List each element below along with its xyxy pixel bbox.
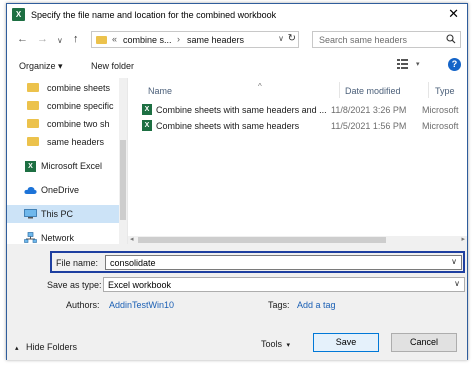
authors-field[interactable]: AddinTestWin10 — [109, 300, 174, 310]
file-type: Microsoft — [422, 121, 459, 131]
sidebar-item-label: same headers — [47, 137, 105, 147]
network-icon — [24, 232, 37, 244]
hide-folders-button[interactable]: ▴ Hide Folders — [15, 342, 77, 352]
organize-button[interactable]: Organize ▾ — [19, 61, 63, 72]
folder-icon — [27, 83, 39, 92]
column-header-name[interactable]: ^ Name — [148, 82, 262, 96]
file-name-field[interactable]: consolidate ∨ — [105, 255, 462, 270]
sidebar-item-combine-sheets[interactable]: combine sheets — [7, 79, 119, 97]
file-type: Microsoft — [422, 105, 459, 115]
sidebar-item-this-pc[interactable]: This PC — [7, 205, 119, 223]
sidebar-item-label: Microsoft Excel — [41, 161, 103, 171]
folder-icon — [96, 36, 107, 44]
sidebar-item-label: OneDrive — [41, 185, 80, 195]
column-header-name-label: Name — [148, 86, 173, 96]
file-list: ^ Name Date modified Type X Combine shee… — [128, 78, 467, 244]
tools-label: Tools — [261, 339, 283, 349]
file-name-value: consolidate — [110, 258, 156, 268]
file-name-row: File name: consolidate ∨ — [50, 251, 465, 273]
command-bar: Organize ▾ New folder ▾ ? — [7, 53, 467, 79]
forward-button[interactable]: → — [37, 33, 48, 45]
file-row[interactable]: X Combine sheets with same headers and .… — [142, 102, 467, 118]
column-divider[interactable] — [428, 82, 429, 98]
close-icon[interactable]: ✕ — [448, 7, 459, 21]
excel-icon: X — [12, 8, 25, 21]
help-button[interactable]: ? — [448, 58, 461, 71]
file-name: Combine sheets with same headers and ... — [156, 105, 327, 115]
pc-icon — [24, 209, 37, 221]
save-type-value: Excel workbook — [108, 280, 172, 290]
folder-icon — [27, 137, 39, 146]
title-bar: X Specify the file name and location for… — [7, 4, 467, 27]
sidebar-scrollbar[interactable] — [119, 78, 127, 244]
tools-button[interactable]: Tools ▾ — [261, 339, 290, 349]
search-input[interactable]: Search same headers — [312, 31, 461, 48]
file-list-scrollbar[interactable]: ◂ ▸ — [128, 236, 467, 244]
view-options-icon[interactable] — [397, 58, 411, 72]
save-type-select[interactable]: Excel workbook ∨ — [103, 277, 465, 292]
chevron-down-icon: ▾ — [286, 342, 291, 349]
folder-icon — [27, 101, 39, 110]
cloud-icon — [24, 186, 37, 196]
search-placeholder: Search same headers — [319, 35, 408, 45]
sidebar-item-same-headers[interactable]: same headers — [7, 133, 119, 151]
breadcrumb-same-headers[interactable]: same headers — [187, 35, 244, 45]
new-folder-button[interactable]: New folder — [91, 61, 134, 71]
column-divider[interactable] — [339, 82, 340, 98]
breadcrumb-separator: › — [177, 34, 180, 44]
sidebar-item-combine-specific[interactable]: combine specific — [7, 97, 119, 115]
dialog-title: Specify the file name and location for t… — [31, 10, 277, 20]
scroll-left-icon[interactable]: ◂ — [130, 235, 134, 243]
tags-field[interactable]: Add a tag — [297, 300, 336, 310]
file-date: 11/5/2021 1:56 PM — [331, 121, 407, 131]
file-list-scroll-thumb[interactable] — [138, 237, 386, 243]
excel-icon: X — [25, 161, 36, 172]
navigation-bar: ← → ∨ ↑ « combine s... › same headers ∨ … — [7, 26, 467, 53]
authors-label: Authors: — [66, 300, 100, 310]
excel-file-icon: X — [142, 120, 152, 131]
file-row[interactable]: X Combine sheets with same headers 11/5/… — [142, 118, 467, 134]
sidebar-item-combine-two[interactable]: combine two sh — [7, 115, 119, 133]
file-name: Combine sheets with same headers — [156, 121, 300, 131]
breadcrumb-overflow[interactable]: « — [112, 34, 117, 44]
sort-ascending-icon: ^ — [258, 82, 262, 91]
chevron-up-icon: ▴ — [15, 345, 19, 352]
sidebar-item-label: Network — [41, 233, 75, 243]
save-options-panel: File name: consolidate ∨ Save as type: E… — [7, 245, 467, 360]
up-button[interactable]: ↑ — [73, 33, 79, 45]
scroll-right-icon[interactable]: ▸ — [461, 235, 465, 243]
chevron-down-icon[interactable]: ∨ — [278, 34, 284, 43]
sidebar-scroll-thumb[interactable] — [120, 140, 126, 220]
sidebar-item-label: combine two sh — [47, 119, 110, 129]
save-type-label: Save as type: — [47, 280, 102, 290]
save-dialog: X Specify the file name and location for… — [6, 3, 468, 360]
file-date: 11/8/2021 3:26 PM — [331, 105, 407, 115]
save-button[interactable]: Save — [313, 333, 379, 352]
chevron-down-icon[interactable]: ∨ — [451, 257, 457, 266]
file-name-label: File name: — [56, 258, 99, 268]
chevron-down-icon[interactable]: ∨ — [454, 279, 460, 288]
column-header-type[interactable]: Type — [435, 86, 455, 96]
back-button[interactable]: ← — [17, 33, 28, 45]
sidebar-item-onedrive[interactable]: OneDrive — [7, 181, 119, 199]
search-icon — [446, 34, 456, 46]
address-bar[interactable]: « combine s... › same headers ∨ ↻ — [91, 31, 299, 48]
breadcrumb-combine[interactable]: combine s... — [123, 35, 172, 45]
refresh-icon[interactable]: ↻ — [288, 33, 296, 44]
sidebar-item-label: This PC — [41, 209, 74, 219]
view-dropdown-icon[interactable]: ▾ — [416, 60, 420, 68]
column-header-date[interactable]: Date modified — [345, 86, 401, 96]
tags-label: Tags: — [268, 300, 290, 310]
sidebar-item-microsoft-excel[interactable]: X Microsoft Excel — [7, 157, 119, 175]
folder-icon — [27, 119, 39, 128]
sidebar-item-label: combine sheets — [47, 83, 111, 93]
sidebar-item-label: combine specific — [47, 101, 114, 111]
hide-folders-label: Hide Folders — [26, 342, 78, 352]
cancel-button[interactable]: Cancel — [391, 333, 457, 352]
navigation-pane: combine sheets combine specific combine … — [7, 78, 128, 244]
recent-locations-button[interactable]: ∨ — [57, 35, 63, 47]
sidebar-item-network[interactable]: Network — [7, 229, 119, 244]
excel-file-icon: X — [142, 104, 152, 115]
